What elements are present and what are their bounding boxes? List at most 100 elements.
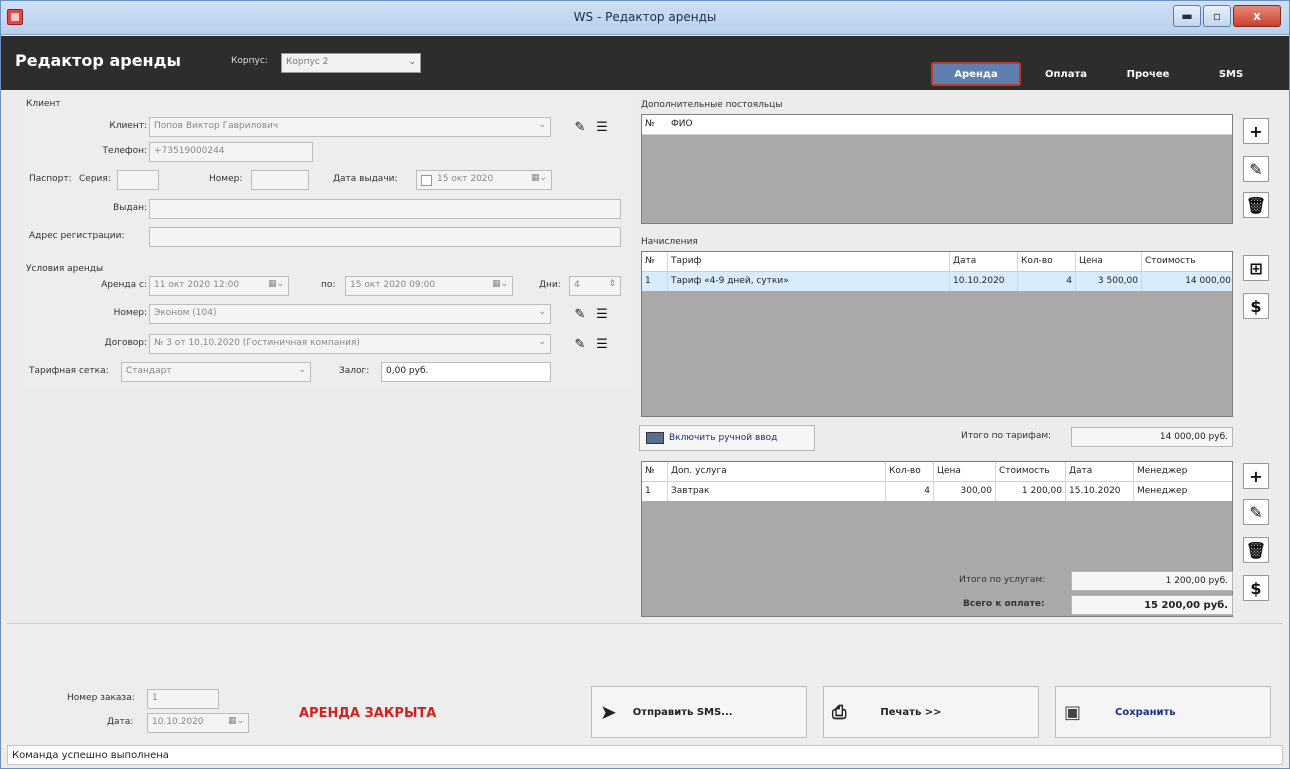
maximize-button[interactable]: ▫ bbox=[1203, 5, 1231, 27]
table-cell: 15.10.2020 bbox=[1066, 482, 1134, 501]
calendar-icon[interactable]: ▦⌄ bbox=[228, 716, 244, 726]
number-field[interactable] bbox=[251, 170, 309, 190]
rent-from-field[interactable]: 11 окт 2020 12:00 ▦⌄ bbox=[149, 276, 289, 296]
contract-value: № 3 от 10.10.2020 (Гостиничная компания) bbox=[154, 338, 360, 348]
contract-label: Договор: bbox=[104, 338, 147, 348]
pencil-icon[interactable]: ✎ bbox=[1243, 156, 1269, 182]
korpus-label: Корпус: bbox=[231, 56, 268, 66]
table-cell: Тариф «4-9 дней, сутки» bbox=[668, 272, 950, 291]
list-icon[interactable]: ☰ bbox=[593, 335, 611, 353]
order-number-field[interactable]: 1 bbox=[147, 689, 219, 709]
issue-date-field[interactable]: 15 окт 2020 ▦⌄ bbox=[416, 170, 552, 190]
calendar-icon[interactable]: ▦⌄ bbox=[268, 279, 284, 289]
tariff-grid-value: Стандарт bbox=[126, 366, 172, 376]
col-header[interactable]: ФИО bbox=[668, 115, 868, 134]
list-icon[interactable]: ☰ bbox=[593, 118, 611, 136]
printer-icon: ⎙ bbox=[832, 701, 847, 723]
calendar-icon[interactable]: ▦⌄ bbox=[492, 279, 508, 289]
manual-input-button[interactable]: Включить ручной ввод bbox=[639, 425, 815, 451]
number-label: Номер: bbox=[209, 174, 243, 184]
tariff-grid-select[interactable]: Стандарт ⌄ bbox=[121, 362, 311, 382]
chevron-down-icon: ⌄ bbox=[538, 307, 546, 317]
guests-table[interactable]: № ФИО bbox=[641, 114, 1233, 224]
client-panel: Клиент Клиент: Попов Виктор Гаврилович ⌄ … bbox=[21, 97, 631, 387]
phone-field[interactable]: +73519000244 bbox=[149, 142, 313, 162]
table-cell: Завтрак bbox=[668, 482, 886, 501]
save-button[interactable]: ▣ Сохранить bbox=[1055, 686, 1271, 738]
tariff-total-label: Итого по тарифам: bbox=[961, 431, 1052, 441]
col-header[interactable]: № bbox=[642, 115, 668, 134]
send-sms-label: Отправить SMS... bbox=[632, 706, 733, 718]
table-cell: 10.10.2020 bbox=[950, 272, 1018, 291]
trash-icon[interactable]: 🗑 bbox=[1243, 192, 1269, 218]
days-stepper[interactable]: 4 ⇕ bbox=[569, 276, 621, 296]
table-row[interactable]: 1 Тариф «4-9 дней, сутки» 10.10.2020 4 3… bbox=[642, 272, 1232, 291]
col-header[interactable]: № bbox=[642, 462, 668, 481]
trash-icon[interactable]: 🗑 bbox=[1243, 537, 1269, 563]
col-header[interactable]: Цена bbox=[1076, 252, 1142, 271]
rent-to-value: 15 окт 2020 09:00 bbox=[350, 280, 436, 290]
rent-to-field[interactable]: 15 окт 2020 09:00 ▦⌄ bbox=[345, 276, 513, 296]
save-label: Сохранить bbox=[1115, 706, 1176, 718]
pencil-icon[interactable]: ✎ bbox=[1243, 499, 1269, 525]
order-date-field[interactable]: 10.10.2020 ▦⌄ bbox=[147, 713, 249, 733]
col-header[interactable]: Кол-во bbox=[1018, 252, 1076, 271]
send-icon: ➤ bbox=[600, 700, 617, 724]
chevron-down-icon: ⌄ bbox=[298, 365, 306, 375]
tab-sms[interactable]: SMS bbox=[1201, 62, 1261, 86]
services-total-label: Итого по услугам: bbox=[959, 575, 1046, 585]
charges-table[interactable]: № Тариф Дата Кол-во Цена Стоимость 1 Тар… bbox=[641, 251, 1233, 417]
pencil-icon[interactable]: ✎ bbox=[571, 335, 589, 353]
keyboard-icon bbox=[646, 432, 664, 444]
rent-from-value: 11 окт 2020 12:00 bbox=[154, 280, 240, 290]
col-header[interactable]: Цена bbox=[934, 462, 996, 481]
checkbox-icon[interactable] bbox=[421, 175, 432, 186]
calendar-icon[interactable]: ▦⌄ bbox=[531, 173, 547, 183]
plus-icon[interactable]: + bbox=[1243, 463, 1269, 489]
rent-to-label: по: bbox=[321, 280, 336, 290]
title-bar: WS - Редактор аренды ▬ ▫ x bbox=[1, 1, 1289, 35]
list-icon[interactable]: ☰ bbox=[593, 305, 611, 323]
tab-arenda[interactable]: Аренда bbox=[931, 62, 1021, 86]
series-label: Серия: bbox=[79, 174, 111, 184]
print-label: Печать >> bbox=[880, 706, 942, 718]
room-select[interactable]: Эконом (104) ⌄ bbox=[149, 304, 551, 324]
col-header[interactable]: № bbox=[642, 252, 668, 271]
col-header[interactable]: Стоимость bbox=[1142, 252, 1232, 271]
dollar-icon[interactable]: $ bbox=[1243, 575, 1269, 601]
dollar-icon[interactable]: $ bbox=[1243, 293, 1269, 319]
plus-icon[interactable]: + bbox=[1243, 118, 1269, 144]
pencil-icon[interactable]: ✎ bbox=[571, 118, 589, 136]
minimize-button[interactable]: ▬ bbox=[1173, 5, 1201, 27]
app-header: Редактор аренды Корпус: Корпус 2 ⌄ Аренда… bbox=[1, 36, 1289, 90]
col-header[interactable]: Доп. услуга bbox=[668, 462, 886, 481]
spinner-icon[interactable]: ⇕ bbox=[608, 279, 616, 289]
send-sms-button[interactable]: ➤ Отправить SMS... bbox=[591, 686, 807, 738]
calc-icon[interactable]: ⊞ bbox=[1243, 255, 1269, 281]
table-cell: 300,00 bbox=[934, 482, 996, 501]
col-header[interactable]: Кол-во bbox=[886, 462, 934, 481]
col-header[interactable]: Дата bbox=[950, 252, 1018, 271]
deposit-field[interactable]: 0,00 руб. bbox=[381, 362, 551, 382]
col-header[interactable]: Стоимость bbox=[996, 462, 1066, 481]
issued-by-field[interactable] bbox=[149, 199, 621, 219]
tab-oplata[interactable]: Оплата bbox=[1031, 62, 1101, 86]
korpus-select[interactable]: Корпус 2 ⌄ bbox=[281, 53, 421, 73]
room-label: Номер: bbox=[113, 308, 147, 318]
services-table[interactable]: № Доп. услуга Кол-во Цена Стоимость Дата… bbox=[641, 461, 1233, 617]
col-header[interactable]: Менеджер bbox=[1134, 462, 1232, 481]
table-row[interactable]: 1 Завтрак 4 300,00 1 200,00 15.10.2020 М… bbox=[642, 482, 1232, 501]
series-field[interactable] bbox=[117, 170, 159, 190]
client-select[interactable]: Попов Виктор Гаврилович ⌄ bbox=[149, 117, 551, 137]
col-header[interactable]: Тариф bbox=[668, 252, 950, 271]
pencil-icon[interactable]: ✎ bbox=[571, 305, 589, 323]
floppy-icon: ▣ bbox=[1064, 701, 1082, 723]
print-button[interactable]: ⎙ Печать >> bbox=[823, 686, 1039, 738]
address-field[interactable] bbox=[149, 227, 621, 247]
tab-prochee[interactable]: Прочее bbox=[1113, 62, 1183, 86]
close-button[interactable]: x bbox=[1233, 5, 1281, 27]
window-title: WS - Редактор аренды bbox=[573, 10, 717, 24]
order-number-label: Номер заказа: bbox=[67, 693, 135, 703]
contract-select[interactable]: № 3 от 10.10.2020 (Гостиничная компания)… bbox=[149, 334, 551, 354]
col-header[interactable]: Дата bbox=[1066, 462, 1134, 481]
